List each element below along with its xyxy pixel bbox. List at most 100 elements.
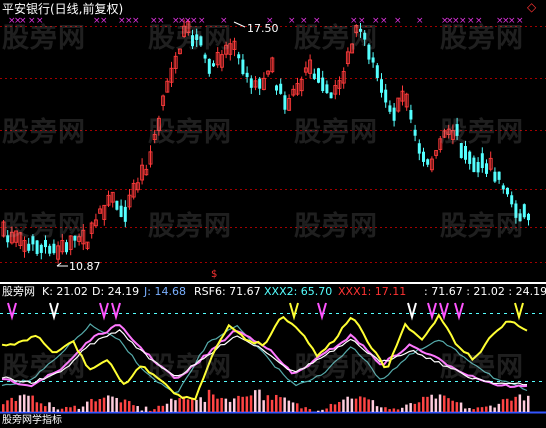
- histogram-bar: [459, 402, 463, 412]
- histogram-bar: [241, 396, 244, 412]
- histogram-bar: [48, 402, 51, 412]
- candle-body: [422, 151, 425, 162]
- indicator-header: 股旁网 K: 21.02 D: 24.19 J: 14.68 RSF6: 71.…: [0, 285, 546, 299]
- candle-body: [39, 244, 43, 253]
- histogram-bar: [224, 398, 228, 412]
- histogram-bar: [153, 409, 156, 412]
- histogram-bar: [417, 402, 421, 412]
- histogram-bar: [39, 403, 43, 412]
- candle-body: [119, 205, 123, 217]
- signal-dollar-mark: $: [211, 269, 218, 280]
- candle-body: [321, 77, 325, 92]
- histogram-bar: [165, 403, 169, 412]
- watermark: 股旁网: [2, 352, 86, 383]
- histogram-bar: [350, 398, 354, 412]
- candle-body: [258, 78, 262, 89]
- watermark: 股旁网: [440, 211, 524, 242]
- signal-x-marker: ×: [380, 16, 388, 26]
- histogram-bar: [413, 403, 417, 412]
- histogram-bar: [65, 406, 68, 412]
- histogram-bar: [52, 406, 55, 412]
- k-value: K: 21.02: [42, 285, 88, 298]
- watermark: 股旁网: [2, 23, 86, 54]
- histogram-bar: [300, 408, 303, 412]
- histogram-bar: [73, 405, 76, 412]
- histogram-bar: [86, 401, 89, 412]
- candle-body: [312, 73, 316, 79]
- histogram-bar: [77, 408, 81, 412]
- histogram-bar: [392, 408, 396, 412]
- candle-body: [279, 83, 283, 94]
- histogram-bar: [10, 397, 13, 412]
- candle-body: [485, 163, 488, 174]
- histogram-bar: [23, 394, 26, 412]
- candle-body: [52, 243, 56, 254]
- candle-body: [426, 159, 430, 165]
- xxx1-value: XXX1: 17.11: [338, 285, 407, 298]
- diamond-icon[interactable]: ◇: [527, 1, 536, 14]
- histogram-bar: [472, 409, 475, 412]
- histogram-bar: [447, 398, 450, 412]
- spike-marker: [514, 302, 524, 321]
- histogram-bar: [35, 402, 39, 412]
- histogram-bar: [18, 395, 22, 412]
- histogram-bar: [44, 406, 47, 412]
- candle-body: [388, 105, 392, 112]
- histogram-bar: [228, 401, 232, 412]
- histogram-bar: [178, 398, 181, 412]
- high-price-label: 17.50: [247, 22, 279, 35]
- histogram-bar: [161, 405, 165, 412]
- histogram-bar: [401, 407, 404, 412]
- histogram-bar: [325, 408, 328, 412]
- histogram-bar: [132, 405, 135, 412]
- histogram-bar: [338, 401, 341, 412]
- histogram-bar: [367, 399, 370, 412]
- histogram-bar: [296, 403, 299, 412]
- candle-body: [413, 129, 417, 136]
- histogram-bar: [438, 394, 442, 412]
- histogram-bar: [203, 401, 207, 412]
- spike-marker: [289, 302, 299, 321]
- histogram-bar: [317, 410, 320, 412]
- histogram-bar: [102, 397, 106, 412]
- histogram-bar: [94, 401, 97, 412]
- histogram-bar: [333, 404, 337, 412]
- histogram-bar: [283, 397, 286, 412]
- histogram-bar: [174, 400, 177, 412]
- candle-body: [497, 171, 501, 180]
- histogram-bar: [451, 400, 454, 412]
- histogram-bar: [480, 407, 484, 412]
- candle-body: [468, 151, 472, 164]
- histogram-bar: [207, 389, 211, 412]
- histogram-bar: [304, 407, 307, 412]
- histogram-bar: [69, 407, 72, 412]
- histogram-bar: [464, 408, 467, 412]
- histogram-bar: [388, 409, 391, 412]
- candle-body: [27, 243, 31, 251]
- candle-body: [245, 72, 249, 78]
- histogram-bar: [485, 406, 488, 412]
- histogram-bar: [186, 399, 190, 412]
- spike-marker: [439, 302, 449, 321]
- histogram-bar: [212, 394, 215, 412]
- histogram-bar: [434, 398, 438, 412]
- j-value: J: 14.68: [144, 285, 186, 298]
- histogram-bar: [136, 406, 139, 412]
- d-value: D: 24.19: [92, 285, 140, 298]
- histogram-bar: [199, 397, 202, 412]
- candle-body: [392, 107, 396, 121]
- histogram-bar: [321, 409, 324, 412]
- watermark: 股旁网: [2, 117, 86, 148]
- histogram-bar: [527, 395, 530, 412]
- spike-marker: [454, 302, 464, 321]
- watermark: 股旁网: [294, 23, 378, 54]
- signal-x-marker: ×: [132, 16, 140, 26]
- candle-body: [380, 79, 383, 93]
- candle-body: [123, 206, 127, 222]
- candle-body: [506, 187, 509, 195]
- histogram-bar: [119, 402, 123, 412]
- histogram-bar: [6, 400, 9, 412]
- watermark: 股旁网: [440, 117, 524, 148]
- histogram-bar: [254, 390, 257, 412]
- candle-body: [237, 54, 241, 59]
